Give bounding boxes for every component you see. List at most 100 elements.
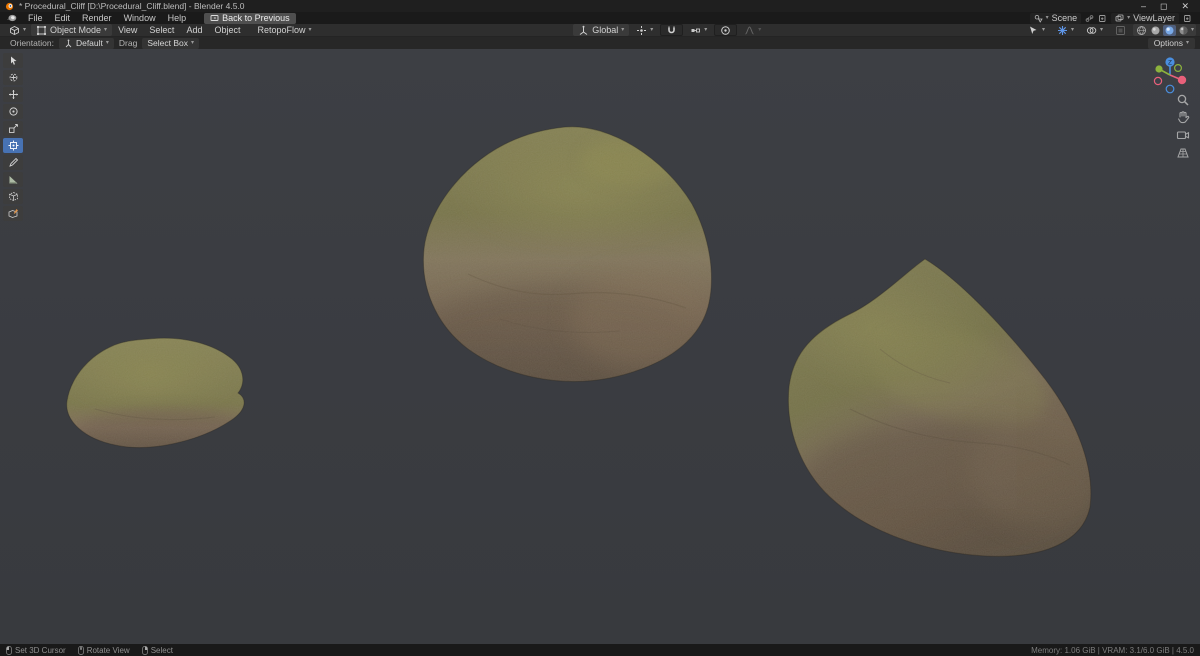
options-dropdown[interactable]: Options ▾ (1147, 37, 1195, 49)
mouse-right-icon (141, 645, 148, 655)
chevron-down-icon: ▾ (1185, 40, 1189, 46)
object-visibility-dropdown[interactable]: ▾ (1023, 24, 1050, 36)
pivot-point-dropdown[interactable]: ▾ (631, 24, 658, 36)
axis-x-negative[interactable] (1153, 76, 1163, 86)
new-scene-icon[interactable] (1098, 14, 1107, 23)
axis-x-positive[interactable] (1177, 75, 1187, 85)
chevron-down-icon: ▾ (104, 27, 108, 33)
zoom-view-icon[interactable] (1176, 93, 1190, 107)
chevron-down-icon: ▾ (1041, 27, 1045, 33)
gizmo-toggle-dropdown[interactable]: ▾ (1052, 24, 1079, 36)
viewport-3d[interactable]: Z (0, 49, 1200, 644)
add-cube-icon (8, 192, 18, 201)
tool-transform[interactable] (3, 138, 23, 153)
drag-label: Drag (118, 38, 138, 48)
rock-large-right[interactable] (745, 229, 1110, 579)
tool-add-cube[interactable] (3, 189, 23, 204)
drag-tool-dropdown[interactable]: Select Box ▾ (142, 37, 199, 49)
mouse-left-icon (6, 645, 12, 655)
chevron-down-icon: ▾ (650, 27, 654, 33)
menu-select[interactable]: Select (143, 25, 180, 35)
orientation-icon (579, 25, 588, 35)
visibility-filter-icon (1029, 26, 1037, 34)
menu-object[interactable]: Object (208, 25, 246, 35)
proportional-falloff-dropdown[interactable]: ▾ (739, 24, 766, 36)
scene-selector[interactable]: ▾ Scene (1029, 12, 1082, 24)
proportional-editing-toggle[interactable] (714, 24, 738, 36)
wireframe-shading-icon (1137, 25, 1146, 35)
chevron-down-icon: ▾ (621, 27, 625, 33)
tool-measure[interactable] (3, 172, 23, 187)
pivot-point-icon (637, 25, 647, 35)
status-bar: Set 3D Cursor Rotate View Select Memory:… (0, 644, 1200, 656)
rock-large-center[interactable] (405, 119, 730, 422)
tool-annotate[interactable] (3, 155, 23, 170)
chevron-down-icon: ▾ (1127, 15, 1131, 21)
shading-wireframe-button[interactable] (1135, 25, 1148, 36)
shading-rendered-button[interactable] (1177, 25, 1190, 36)
blender-logo-icon (6, 14, 17, 22)
retopoflow-tool-icon (8, 209, 18, 218)
chevron-down-icon: ▾ (23, 27, 27, 33)
menu-retopoflow[interactable]: RetopoFlow ▾ (252, 24, 316, 36)
view-layer-icon (1115, 14, 1124, 21)
menu-view[interactable]: View (112, 25, 143, 35)
menu-render[interactable]: Render (76, 12, 118, 24)
new-view-layer-icon[interactable] (1183, 14, 1192, 23)
tool-cursor[interactable] (3, 70, 23, 85)
material-preview-shading-icon (1165, 26, 1174, 34)
transform-icon (8, 140, 18, 151)
xray-toggle[interactable] (1110, 24, 1131, 36)
tool-tweak-select[interactable] (3, 53, 23, 68)
mode-selector[interactable]: Object Mode ▾ (31, 24, 113, 36)
tool-rotate[interactable] (3, 104, 23, 119)
tool-retopoflow[interactable] (3, 206, 23, 221)
snap-toggle[interactable] (660, 24, 684, 36)
chevron-down-icon: ▾ (1099, 27, 1103, 33)
tool-move[interactable] (3, 87, 23, 102)
chevron-down-icon: ▾ (704, 27, 708, 33)
maximize-button[interactable]: ◻ (1160, 1, 1167, 12)
blender-app-icon (5, 2, 14, 10)
menu-add[interactable]: Add (180, 25, 208, 35)
top-menu-bar: File Edit Render Window Help Back to Pre… (0, 12, 1200, 24)
back-to-previous-button[interactable]: Back to Previous (204, 12, 296, 24)
shading-material-button[interactable] (1162, 24, 1176, 36)
menu-edit[interactable]: Edit (49, 12, 77, 24)
navigation-gizmo[interactable]: Z (1148, 53, 1192, 97)
overlays-icon (1086, 26, 1097, 34)
tool-orientation-dropdown[interactable]: Default ▾ (58, 37, 114, 49)
minimize-button[interactable]: – (1141, 1, 1146, 12)
menu-help[interactable]: Help (162, 12, 193, 24)
hint-rmb: Select (141, 645, 173, 655)
menu-file[interactable]: File (22, 12, 49, 24)
overlays-toggle-dropdown[interactable]: ▾ (1081, 24, 1108, 36)
unlink-scene-icon[interactable] (1085, 14, 1094, 23)
transform-orientation-dropdown[interactable]: Global ▾ (573, 24, 630, 36)
axis-y-negative[interactable] (1174, 64, 1183, 73)
annotate-pen-icon (8, 157, 18, 167)
axis-z-negative[interactable] (1165, 84, 1175, 94)
axis-y-positive[interactable] (1155, 65, 1163, 73)
view-layer-selector[interactable]: ▾ ViewLayer (1111, 12, 1179, 24)
mouse-middle-icon (77, 645, 84, 655)
proportional-editing-icon (721, 25, 731, 35)
rock-small-left[interactable] (60, 332, 260, 469)
tool-scale[interactable] (3, 121, 23, 136)
perspective-grid-icon[interactable] (1176, 146, 1190, 160)
workspace-back-icon (210, 14, 219, 21)
cursor-3d-icon (9, 73, 17, 82)
pan-hand-icon[interactable] (1176, 110, 1190, 124)
select-box-icon (10, 56, 16, 65)
shading-solid-button[interactable] (1149, 25, 1162, 36)
camera-view-icon[interactable] (1176, 128, 1190, 142)
chevron-down-icon: ▾ (1070, 27, 1074, 33)
menu-window[interactable]: Window (118, 12, 162, 24)
snap-target-dropdown[interactable]: ▾ (685, 24, 712, 36)
tool-shelf (3, 53, 23, 221)
hint-mmb: Rotate View (77, 645, 130, 655)
solid-shading-icon (1151, 26, 1160, 34)
editor-type-selector[interactable]: ▾ (4, 24, 31, 36)
object-mode-icon (36, 25, 47, 35)
close-button[interactable]: ✕ (1181, 1, 1189, 12)
